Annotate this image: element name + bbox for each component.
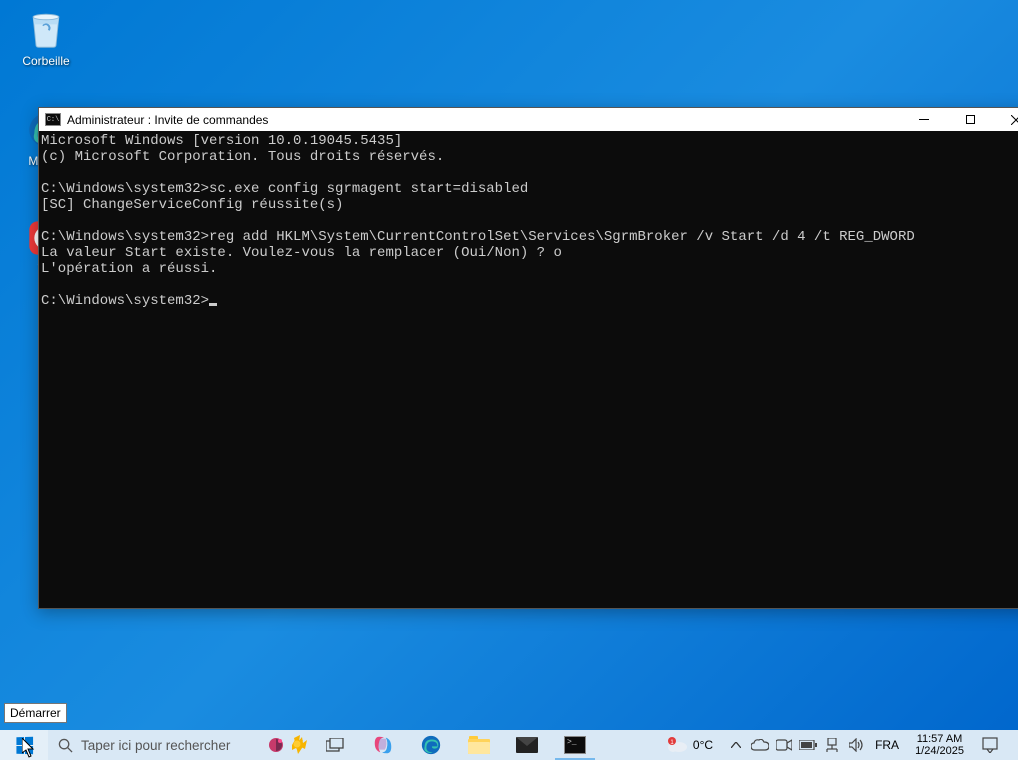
- copilot-icon: [372, 734, 394, 756]
- tray-battery[interactable]: [797, 730, 819, 760]
- battery-icon: [799, 740, 817, 750]
- tray-volume[interactable]: [845, 730, 867, 760]
- task-view-icon: [326, 738, 344, 752]
- term-line: C:\Windows\system32>: [41, 293, 209, 309]
- term-line: (c) Microsoft Corporation. Tous droits r…: [41, 149, 444, 165]
- task-view-button[interactable]: [311, 730, 359, 760]
- clock-time: 11:57 AM: [917, 733, 963, 745]
- chevron-up-icon: [731, 742, 741, 748]
- term-line: C:\Windows\system32>reg add HKLM\System\…: [41, 229, 915, 245]
- start-tooltip: Démarrer: [4, 703, 67, 723]
- term-line: C:\Windows\system32>sc.exe config sgrmag…: [41, 181, 528, 197]
- taskbar-file-explorer[interactable]: [455, 730, 503, 760]
- term-line: La valeur Start existe. Voulez-vous la r…: [41, 245, 562, 261]
- cmd-taskbar-icon: >_: [564, 736, 586, 754]
- folder-icon: [468, 736, 490, 754]
- maximize-button[interactable]: [947, 108, 993, 131]
- mail-icon: [516, 737, 538, 753]
- recycle-bin[interactable]: Corbeille: [8, 6, 84, 68]
- tray-meet-now[interactable]: [773, 730, 795, 760]
- speaker-icon: [849, 738, 864, 752]
- edge-taskbar-icon: [420, 734, 442, 756]
- tray-onedrive[interactable]: [749, 730, 771, 760]
- term-line: L'opération a réussi.: [41, 261, 217, 277]
- windows-logo-icon: [16, 736, 33, 754]
- system-tray: 1 0°C: [657, 730, 1018, 760]
- action-center-button[interactable]: [974, 737, 1006, 753]
- meet-now-button[interactable]: [263, 730, 311, 760]
- terminal-output[interactable]: Microsoft Windows [version 10.0.19045.54…: [39, 131, 1018, 608]
- search-placeholder: Taper ici pour rechercher: [81, 738, 230, 753]
- camera-icon: [776, 739, 792, 751]
- taskbar-copilot[interactable]: [359, 730, 407, 760]
- clock-date: 1/24/2025: [915, 745, 964, 757]
- network-icon: [825, 738, 839, 752]
- weather-temp: 0°C: [693, 738, 713, 752]
- taskbar-cmd[interactable]: >_: [551, 730, 599, 760]
- taskbar-edge[interactable]: [407, 730, 455, 760]
- term-line: Microsoft Windows [version 10.0.19045.54…: [41, 133, 402, 149]
- terminal-cursor: [209, 303, 217, 306]
- recycle-bin-icon: [24, 6, 68, 50]
- close-button[interactable]: [993, 108, 1018, 131]
- taskbar: Taper ici pour rechercher: [0, 730, 1018, 760]
- weather-widget[interactable]: 1 0°C: [657, 736, 723, 754]
- term-line: [SC] ChangeServiceConfig réussite(s): [41, 197, 343, 213]
- start-button[interactable]: [0, 730, 48, 760]
- recycle-bin-label: Corbeille: [22, 54, 69, 68]
- clock[interactable]: 11:57 AM 1/24/2025: [907, 733, 972, 757]
- cmd-window: C:\ Administrateur : Invite de commandes…: [38, 107, 1018, 609]
- minimize-button[interactable]: [901, 108, 947, 131]
- tray-network[interactable]: [821, 730, 843, 760]
- cmd-icon: C:\: [45, 113, 61, 126]
- weather-icon: 1: [667, 736, 689, 754]
- notification-icon: [982, 737, 998, 753]
- window-title: Administrateur : Invite de commandes: [67, 113, 268, 127]
- cloud-icon: [751, 739, 769, 751]
- search-box[interactable]: Taper ici pour rechercher: [48, 730, 263, 760]
- tray-chevron-up[interactable]: [725, 730, 747, 760]
- titlebar[interactable]: C:\ Administrateur : Invite de commandes: [39, 108, 1018, 131]
- language-indicator[interactable]: FRA: [869, 738, 905, 752]
- taskbar-mail[interactable]: [503, 730, 551, 760]
- meet-now-icon: [266, 732, 308, 758]
- search-icon: [58, 738, 73, 753]
